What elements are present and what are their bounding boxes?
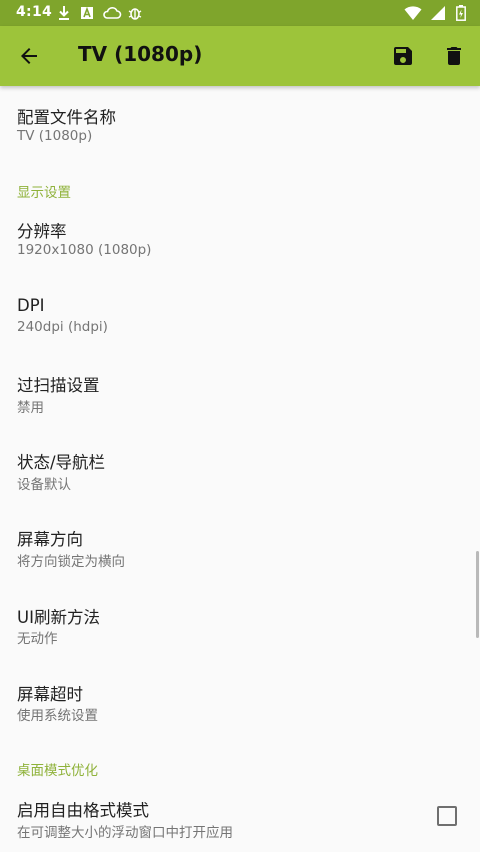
pref-title: 过扫描设置 [17,376,100,395]
save-icon[interactable] [391,44,415,68]
pref-overscan[interactable]: 过扫描设置 禁用 [0,356,476,433]
signal-icon [431,6,445,20]
cloud-icon [103,7,122,19]
pref-ui-refresh[interactable]: UI刷新方法 无动作 [0,587,476,664]
pref-title: 屏幕超时 [17,685,83,704]
pref-summary: 禁用 [17,400,44,416]
pref-summary: 设备默认 [17,477,71,493]
bug-icon [128,8,142,20]
pref-title: 配置文件名称 [17,108,116,127]
pref-summary: 无动作 [17,631,58,647]
status-bar: 4:14 [0,0,480,26]
category-display-settings: 显示设置 [17,185,71,201]
preferences-list: 配置文件名称 TV (1080p) 显示设置 分辨率 1920x1080 (10… [0,86,480,852]
delete-icon[interactable] [442,44,466,68]
pref-summary: 在可调整大小的浮动窗口中打开应用 [17,825,233,841]
page-title: TV (1080p) [78,42,203,66]
pref-screen-timeout[interactable]: 屏幕超时 使用系统设置 [0,664,476,741]
scrollbar[interactable] [476,551,479,638]
pref-screen-orientation[interactable]: 屏幕方向 将方向锁定为横向 [0,510,476,587]
pref-status-nav-bar[interactable]: 状态/导航栏 设备默认 [0,433,476,510]
pref-title: 启用自由格式模式 [17,801,149,820]
download-icon [59,6,69,20]
pref-dpi[interactable]: DPI 240dpi (hdpi) [0,279,476,356]
a-box-icon [81,6,93,19]
pref-title: 状态/导航栏 [17,453,106,472]
freeform-checkbox[interactable] [437,806,457,826]
back-arrow-icon[interactable] [17,44,41,68]
wifi-icon [404,6,422,20]
pref-title: UI刷新方法 [17,608,100,627]
pref-summary: 使用系统设置 [17,708,98,724]
pref-title: DPI [17,296,45,315]
pref-summary: 240dpi (hdpi) [17,319,108,335]
pref-profile-name[interactable]: 配置文件名称 TV (1080p) [0,86,476,163]
app-bar: TV (1080p) [0,26,480,86]
pref-freeform-mode[interactable]: 启用自由格式模式 在可调整大小的浮动窗口中打开应用 [0,780,476,852]
battery-icon [456,5,466,21]
pref-title: 分辨率 [17,222,67,241]
pref-summary: 1920x1080 (1080p) [17,242,152,258]
pref-title: 屏幕方向 [17,530,83,549]
status-time: 4:14 [16,4,53,20]
category-desktop-mode: 桌面模式优化 [17,763,98,779]
pref-resolution[interactable]: 分辨率 1920x1080 (1080p) [0,202,476,279]
pref-summary: TV (1080p) [17,128,93,144]
pref-summary: 将方向锁定为横向 [17,554,125,570]
